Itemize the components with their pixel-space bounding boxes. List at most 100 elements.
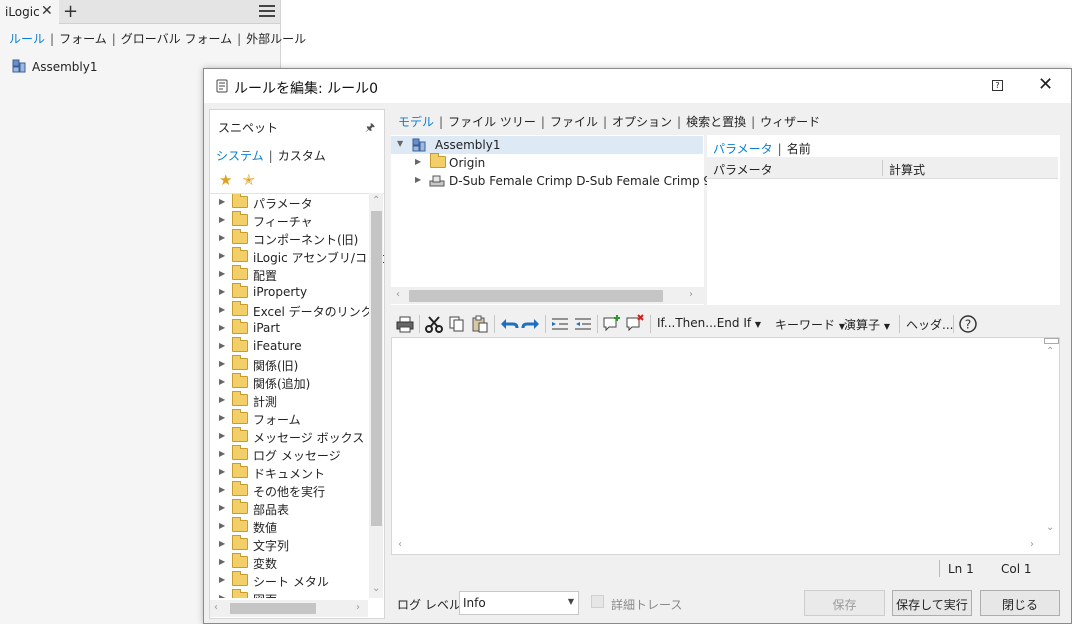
- expand-icon[interactable]: ▶: [219, 359, 225, 368]
- help-circle-icon[interactable]: ?: [958, 314, 978, 334]
- expand-icon[interactable]: ▶: [219, 251, 225, 260]
- scrollbar-thumb[interactable]: [409, 290, 663, 302]
- snippet-category[interactable]: ▶ 文字列: [210, 535, 384, 554]
- tab-wizard[interactable]: ウィザード: [760, 115, 820, 129]
- column-divider[interactable]: [882, 160, 883, 176]
- remove-comment-icon[interactable]: [625, 314, 645, 334]
- scroll-down-icon[interactable]: ⌄: [1046, 522, 1054, 533]
- scroll-left-icon[interactable]: ‹: [396, 289, 400, 300]
- snippet-category[interactable]: ▶ コンポーネント(旧): [210, 229, 384, 248]
- expand-icon[interactable]: ▶: [219, 395, 225, 404]
- snippet-horizontal-scrollbar[interactable]: ‹ ›: [210, 600, 368, 617]
- snippet-category[interactable]: ▶ ドキュメント: [210, 463, 384, 482]
- snippet-category[interactable]: ▶ 図面: [210, 589, 384, 598]
- nav-forms[interactable]: フォーム: [59, 32, 107, 46]
- snippet-category[interactable]: ▶ 関係(旧): [210, 355, 384, 374]
- snippet-category[interactable]: ▶ iProperty: [210, 283, 384, 302]
- tab-custom[interactable]: カスタム: [278, 149, 326, 163]
- snippet-category[interactable]: ▶ 関係(追加): [210, 373, 384, 392]
- header-button[interactable]: ヘッダ...: [906, 316, 953, 333]
- snippet-category[interactable]: ▶ フィーチャ: [210, 211, 384, 230]
- snippet-category[interactable]: ▶ フォーム: [210, 409, 384, 428]
- snippet-category[interactable]: ▶ ログ メッセージ: [210, 445, 384, 464]
- snippet-category[interactable]: ▶ メッセージ ボックス: [210, 427, 384, 446]
- log-level-select[interactable]: Info ▼: [459, 591, 579, 615]
- expand-icon[interactable]: ▶: [219, 197, 225, 206]
- scroll-up-icon[interactable]: ⌃: [1046, 346, 1054, 357]
- expand-icon[interactable]: ▶: [219, 215, 225, 224]
- keywords-dropdown[interactable]: キーワード ▼: [775, 316, 845, 333]
- close-button[interactable]: 閉じる: [980, 590, 1060, 616]
- snippet-category[interactable]: ▶ iFeature: [210, 337, 384, 356]
- tab-names[interactable]: 名前: [787, 142, 811, 156]
- cut-icon[interactable]: [424, 314, 444, 334]
- model-tree-item-origin[interactable]: ▶ Origin: [391, 153, 703, 172]
- redo-icon[interactable]: [521, 314, 541, 334]
- code-vertical-scrollbar[interactable]: ⌃ ⌄: [1042, 338, 1059, 538]
- nav-external-rules[interactable]: 外部ルール: [246, 32, 306, 46]
- expand-icon[interactable]: ▶: [219, 341, 225, 350]
- expand-icon[interactable]: ▶: [219, 539, 225, 548]
- copy-icon[interactable]: [447, 314, 467, 334]
- tab-file-tree[interactable]: ファイル ツリー: [448, 115, 536, 129]
- help-icon[interactable]: ?: [992, 80, 1003, 91]
- code-editor[interactable]: ⌃ ⌄ ‹ ›: [391, 337, 1060, 555]
- expand-icon[interactable]: ▶: [219, 269, 225, 278]
- snippet-category[interactable]: ▶ 部品表: [210, 499, 384, 518]
- expand-icon[interactable]: ▶: [219, 593, 225, 598]
- tab-model[interactable]: モデル: [398, 115, 434, 129]
- if-then-dropdown[interactable]: If...Then...End If ▼: [657, 316, 761, 330]
- expand-icon[interactable]: ▶: [219, 323, 225, 332]
- expand-icon[interactable]: ▶: [219, 521, 225, 530]
- expand-icon[interactable]: ▶: [219, 485, 225, 494]
- scroll-right-icon[interactable]: ›: [689, 289, 693, 300]
- snippet-category[interactable]: ▶ パラメータ: [210, 194, 384, 212]
- expand-icon[interactable]: ▶: [219, 233, 225, 242]
- add-favorite-star-icon[interactable]: ✭: [242, 171, 255, 189]
- scroll-left-icon[interactable]: ‹: [214, 602, 218, 613]
- outdent-icon[interactable]: [573, 314, 593, 334]
- dialog-close-icon[interactable]: ✕: [1038, 74, 1053, 95]
- expand-icon[interactable]: ▶: [415, 157, 421, 166]
- expand-icon[interactable]: ▶: [219, 575, 225, 584]
- expand-icon[interactable]: ▶: [219, 557, 225, 566]
- code-horizontal-scrollbar[interactable]: ‹ ›: [392, 538, 1042, 554]
- split-handle[interactable]: [1044, 338, 1059, 344]
- favorite-star-icon[interactable]: ★: [219, 171, 232, 189]
- snippet-vertical-scrollbar[interactable]: ⌃ ⌄: [369, 193, 383, 598]
- tab-parameters[interactable]: パラメータ: [713, 142, 773, 156]
- scrollbar-thumb[interactable]: [371, 211, 382, 526]
- collapse-icon[interactable]: ▼: [397, 139, 403, 148]
- expand-icon[interactable]: ▶: [415, 175, 421, 184]
- save-and-run-button[interactable]: 保存して実行: [892, 590, 972, 616]
- tab-file[interactable]: ファイル: [550, 115, 598, 129]
- column-header-formula[interactable]: 計算式: [889, 161, 925, 178]
- snippet-category[interactable]: ▶ その他を実行: [210, 481, 384, 500]
- dialog-titlebar[interactable]: ルールを編集: ルール0 ? ✕: [204, 69, 1071, 103]
- close-icon[interactable]: ✕: [41, 3, 53, 19]
- scroll-right-icon[interactable]: ›: [356, 602, 360, 613]
- scroll-down-icon[interactable]: ⌄: [372, 583, 380, 594]
- detailed-trace-checkbox[interactable]: [591, 595, 604, 608]
- expand-icon[interactable]: ▶: [219, 467, 225, 476]
- expand-icon[interactable]: ▶: [219, 377, 225, 386]
- snippet-category[interactable]: ▶ 計測: [210, 391, 384, 410]
- paste-icon[interactable]: [470, 314, 490, 334]
- nav-global-forms[interactable]: グローバル フォーム: [121, 32, 232, 46]
- snippet-category[interactable]: ▶ 数値: [210, 517, 384, 536]
- undo-icon[interactable]: [499, 314, 519, 334]
- tab-options[interactable]: オプション: [612, 115, 672, 129]
- model-tree-root[interactable]: ▼ Assembly1: [391, 136, 703, 154]
- scrollbar-thumb[interactable]: [230, 603, 316, 614]
- expand-icon[interactable]: ▶: [219, 305, 225, 314]
- scroll-up-icon[interactable]: ⌃: [372, 195, 380, 206]
- expand-icon[interactable]: ▶: [219, 503, 225, 512]
- snippet-category[interactable]: ▶ Excel データのリンク: [210, 301, 384, 320]
- expand-icon[interactable]: ▶: [219, 449, 225, 458]
- column-header-parameter[interactable]: パラメータ: [713, 161, 773, 178]
- expand-icon[interactable]: ▶: [219, 431, 225, 440]
- hamburger-menu-icon[interactable]: [259, 5, 275, 19]
- tree-item-assembly[interactable]: Assembly1: [12, 59, 97, 74]
- add-comment-icon[interactable]: [602, 314, 622, 334]
- expand-icon[interactable]: ▶: [219, 287, 225, 296]
